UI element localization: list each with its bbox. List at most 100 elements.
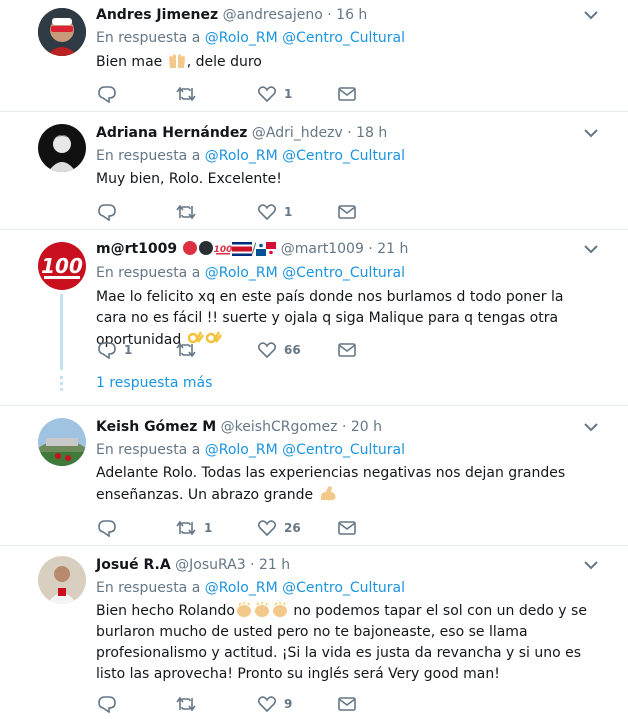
reply-count: 1	[124, 343, 133, 357]
direct-message-button[interactable]	[338, 694, 356, 714]
retweet-count: 1	[204, 521, 213, 535]
clapping-hands-emoji-icon	[236, 602, 251, 617]
retweet-button[interactable]	[176, 84, 204, 104]
avatar-image	[38, 556, 86, 604]
reply-icon	[98, 519, 116, 537]
chevron-down-icon[interactable]	[584, 560, 598, 570]
mention-link[interactable]: @Rolo_RM	[205, 442, 278, 458]
mention-link[interactable]: @Centro_Cultural	[282, 265, 405, 281]
user-handle[interactable]: @mart1009	[281, 241, 364, 257]
like-count: 1	[284, 205, 293, 219]
reply-icon	[98, 695, 116, 713]
clapping-hands-emoji-icon	[272, 602, 287, 617]
mention-link[interactable]: @Rolo_RM	[205, 265, 278, 281]
avatar[interactable]	[38, 124, 86, 172]
heart-icon	[258, 342, 276, 358]
user-handle[interactable]: @JosuRA3	[175, 557, 246, 573]
direct-message-button[interactable]	[338, 84, 356, 104]
chevron-down-icon[interactable]	[584, 10, 598, 20]
timestamp[interactable]: · 18 h	[347, 125, 387, 141]
tweet-actions: 1	[96, 84, 396, 104]
tweet[interactable]: Adriana Hernández @Adri_hdezv · 18 h En …	[0, 112, 628, 230]
like-button[interactable]: 9	[258, 694, 292, 714]
tweet[interactable]: 100 m@rt1009 100/ @mart1009 · 21 h En re…	[0, 230, 628, 406]
display-name[interactable]: m@rt1009	[96, 241, 177, 257]
avatar-image	[38, 8, 86, 56]
retweet-button[interactable]: 1	[176, 518, 212, 538]
reply-icon	[98, 341, 116, 359]
show-more-replies-link[interactable]: 1 respuesta más	[96, 375, 212, 391]
tweet-actions: 1 66	[96, 340, 396, 360]
mention-link[interactable]: @Rolo_RM	[205, 30, 278, 46]
like-count: 1	[284, 87, 293, 101]
tweet-header: Josué R.A @JosuRA3 · 21 h	[96, 556, 290, 574]
reply-button[interactable]	[98, 202, 124, 222]
retweet-icon	[176, 696, 196, 712]
retweet-button[interactable]	[176, 340, 204, 360]
display-name[interactable]: Keish Gómez M	[96, 419, 216, 435]
tweet-header: m@rt1009 100/ @mart1009 · 21 h	[96, 240, 408, 258]
timestamp[interactable]: · 16 h	[327, 7, 367, 23]
avatar[interactable]	[38, 418, 86, 466]
mention-link[interactable]: @Rolo_RM	[205, 148, 278, 164]
chevron-down-icon[interactable]	[584, 422, 598, 432]
mention-link[interactable]: @Rolo_RM	[205, 580, 278, 596]
avatar[interactable]	[38, 8, 86, 56]
timestamp[interactable]: · 21 h	[368, 241, 408, 257]
direct-message-button[interactable]	[338, 202, 356, 222]
like-button[interactable]: 66	[258, 340, 301, 360]
reply-button[interactable]	[98, 84, 124, 104]
reply-button[interactable]	[98, 694, 124, 714]
tweet[interactable]: Keish Gómez M @keishCRgomez · 20 h En re…	[0, 406, 628, 546]
display-name[interactable]: Andres Jimenez	[96, 7, 218, 23]
hundred-points-emoji-icon: 100	[214, 245, 232, 255]
dm-icon	[338, 205, 356, 219]
retweet-icon	[176, 86, 196, 102]
tweet-text-part: , dele duro	[186, 54, 262, 70]
timestamp[interactable]: · 20 h	[342, 419, 382, 435]
chevron-down-icon[interactable]	[584, 128, 598, 138]
reply-icon	[98, 203, 116, 221]
user-handle[interactable]: @Adri_hdezv	[252, 125, 343, 141]
avatar-image	[38, 418, 86, 466]
mention-link[interactable]: @Centro_Cultural	[282, 30, 405, 46]
user-handle[interactable]: @andresajeno	[223, 7, 323, 23]
avatar[interactable]: 100	[38, 242, 86, 290]
display-name[interactable]: Josué R.A	[96, 557, 171, 573]
like-button[interactable]: 1	[258, 202, 292, 222]
svg-text:100: 100	[41, 254, 83, 278]
mention-link[interactable]: @Centro_Cultural	[282, 148, 405, 164]
reply-context: En respuesta a @Rolo_RM @Centro_Cultural	[96, 147, 405, 165]
tweet-header: Andres Jimenez @andresajeno · 16 h	[96, 6, 367, 24]
mention-link[interactable]: @Centro_Cultural	[282, 580, 405, 596]
like-button[interactable]: 26	[258, 518, 301, 538]
tweet[interactable]: Josué R.A @JosuRA3 · 21 h En respuesta a…	[0, 546, 628, 719]
user-handle[interactable]: @keishCRgomez	[221, 419, 338, 435]
retweet-icon	[176, 342, 196, 358]
direct-message-button[interactable]	[338, 340, 356, 360]
tweet-text: Bien hecho Rolando no podemos tapar el s…	[96, 601, 592, 685]
tweet-text-part: Bien hecho Rolando	[96, 603, 235, 619]
direct-message-button[interactable]	[338, 518, 356, 538]
tweet[interactable]: Andres Jimenez @andresajeno · 16 h En re…	[0, 0, 628, 112]
avatar-image: 100	[38, 242, 86, 290]
mention-link[interactable]: @Centro_Cultural	[282, 442, 405, 458]
timestamp[interactable]: · 21 h	[250, 557, 290, 573]
reply-button[interactable]: 1	[98, 340, 132, 360]
dm-icon	[338, 521, 356, 535]
reply-context: En respuesta a @Rolo_RM @Centro_Cultural	[96, 29, 405, 47]
reply-prefix: En respuesta a	[96, 30, 201, 46]
like-button[interactable]: 1	[258, 84, 292, 104]
reply-context: En respuesta a @Rolo_RM @Centro_Cultural	[96, 441, 405, 459]
retweet-button[interactable]	[176, 202, 204, 222]
reply-context: En respuesta a @Rolo_RM @Centro_Cultural	[96, 579, 405, 597]
dm-icon	[338, 697, 356, 711]
display-name[interactable]: Adriana Hernández	[96, 125, 247, 141]
thread-line	[60, 294, 63, 370]
tweet-text: Muy bien, Rolo. Excelente!	[96, 171, 282, 187]
chevron-down-icon[interactable]	[584, 244, 598, 254]
retweet-button[interactable]	[176, 694, 204, 714]
avatar[interactable]	[38, 556, 86, 604]
tweet-actions: 1 26	[96, 518, 396, 538]
reply-button[interactable]	[98, 518, 124, 538]
